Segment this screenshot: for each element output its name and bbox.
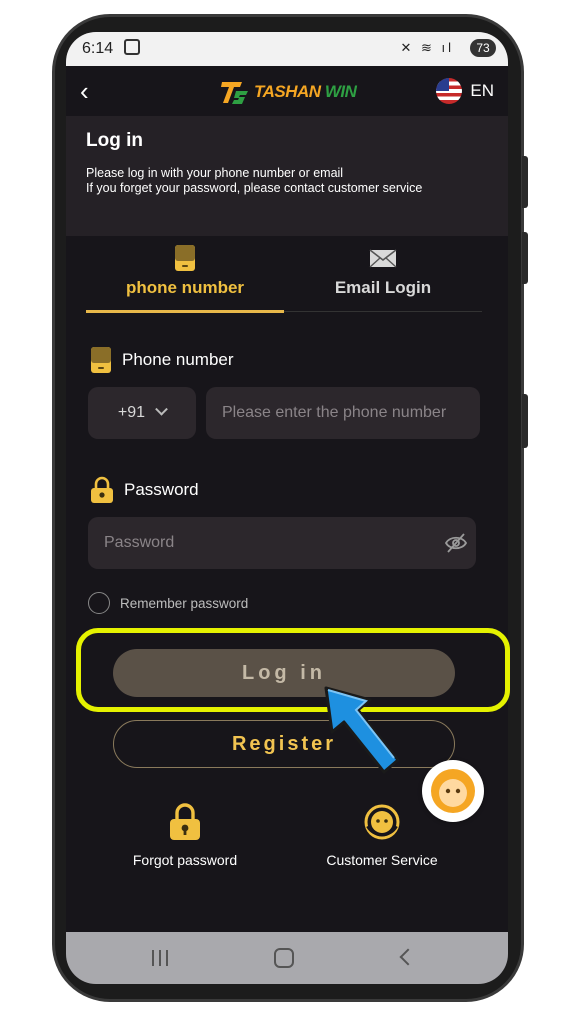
- home-icon[interactable]: [274, 948, 294, 968]
- forgot-password-label: Forgot password: [132, 852, 238, 868]
- banner-line-2: If you forget your password, please cont…: [86, 181, 423, 195]
- phone-icon: [91, 347, 111, 373]
- brand-name-right: WIN: [324, 82, 357, 101]
- password-field-label: Password: [90, 476, 199, 504]
- chat-face-icon: [431, 769, 475, 813]
- password-label-text: Password: [124, 480, 199, 499]
- remember-radio[interactable]: [88, 592, 110, 614]
- eye-off-icon[interactable]: [444, 532, 468, 554]
- signal-icons: ✕ ≋ ıl: [400, 40, 454, 55]
- system-nav-bar: [66, 932, 508, 984]
- stage: 6:14 ✕ ≋ ıl 73 ‹ TASHAN WIN EN Log in Pl…: [0, 0, 576, 1024]
- brand-name: TASHAN WIN: [254, 82, 357, 102]
- phone-field-label: Phone number: [90, 346, 234, 374]
- customer-service-label: Customer Service: [326, 852, 438, 868]
- envelope-icon: [369, 249, 397, 268]
- chevron-down-icon: [155, 402, 168, 416]
- pointer-arrow-icon: [324, 686, 400, 774]
- status-bar: 6:14 ✕ ≋ ıl 73: [66, 32, 508, 66]
- lock-icon: [91, 476, 113, 503]
- password-input[interactable]: [88, 517, 476, 569]
- back-arrow-icon[interactable]: ‹: [80, 76, 89, 106]
- phone-label-text: Phone number: [122, 350, 234, 369]
- phone-input[interactable]: [206, 387, 480, 439]
- tab-email-label: Email Login: [334, 278, 432, 297]
- back-nav-icon[interactable]: [399, 948, 417, 966]
- brand-name-left: TASHAN: [254, 82, 321, 101]
- login-banner: Log in Please log in with your phone num…: [66, 116, 508, 236]
- app-header: ‹ TASHAN WIN EN: [66, 66, 508, 116]
- volume-down-button: [522, 232, 528, 284]
- login-tabs: phone number Email Login: [86, 242, 482, 313]
- logo-mark-icon: [221, 82, 248, 104]
- customer-service-icon: [364, 804, 400, 840]
- tab-email-login[interactable]: Email Login: [284, 242, 482, 312]
- recents-icon[interactable]: [152, 950, 170, 966]
- language-label: EN: [470, 81, 494, 100]
- login-highlight-box: [76, 628, 510, 712]
- chat-bubble-button[interactable]: [422, 760, 484, 822]
- lock-icon: [170, 803, 200, 840]
- brand-logo: TASHAN WIN: [220, 78, 357, 106]
- screenshot-icon: [124, 39, 140, 55]
- phone-icon: [175, 245, 195, 271]
- battery-indicator: 73: [470, 39, 496, 57]
- us-flag-icon: [436, 78, 463, 104]
- country-code-value: +91: [117, 404, 146, 421]
- forgot-password-link[interactable]: Forgot password: [105, 802, 265, 868]
- volume-up-button: [522, 156, 528, 208]
- page-title: Log in: [86, 130, 143, 151]
- language-selector[interactable]: EN: [436, 78, 494, 104]
- screen: 6:14 ✕ ≋ ıl 73 ‹ TASHAN WIN EN Log in Pl…: [66, 32, 508, 984]
- remember-label: Remember password: [120, 595, 249, 611]
- country-code-select[interactable]: +91: [88, 387, 196, 439]
- tab-phone-label: phone number: [125, 278, 245, 297]
- banner-line-1: Please log in with your phone number or …: [86, 166, 344, 180]
- tab-phone-number[interactable]: phone number: [86, 242, 284, 313]
- status-time: 6:14: [82, 40, 114, 57]
- power-button: [522, 394, 528, 448]
- remember-password-toggle[interactable]: Remember password: [88, 592, 248, 614]
